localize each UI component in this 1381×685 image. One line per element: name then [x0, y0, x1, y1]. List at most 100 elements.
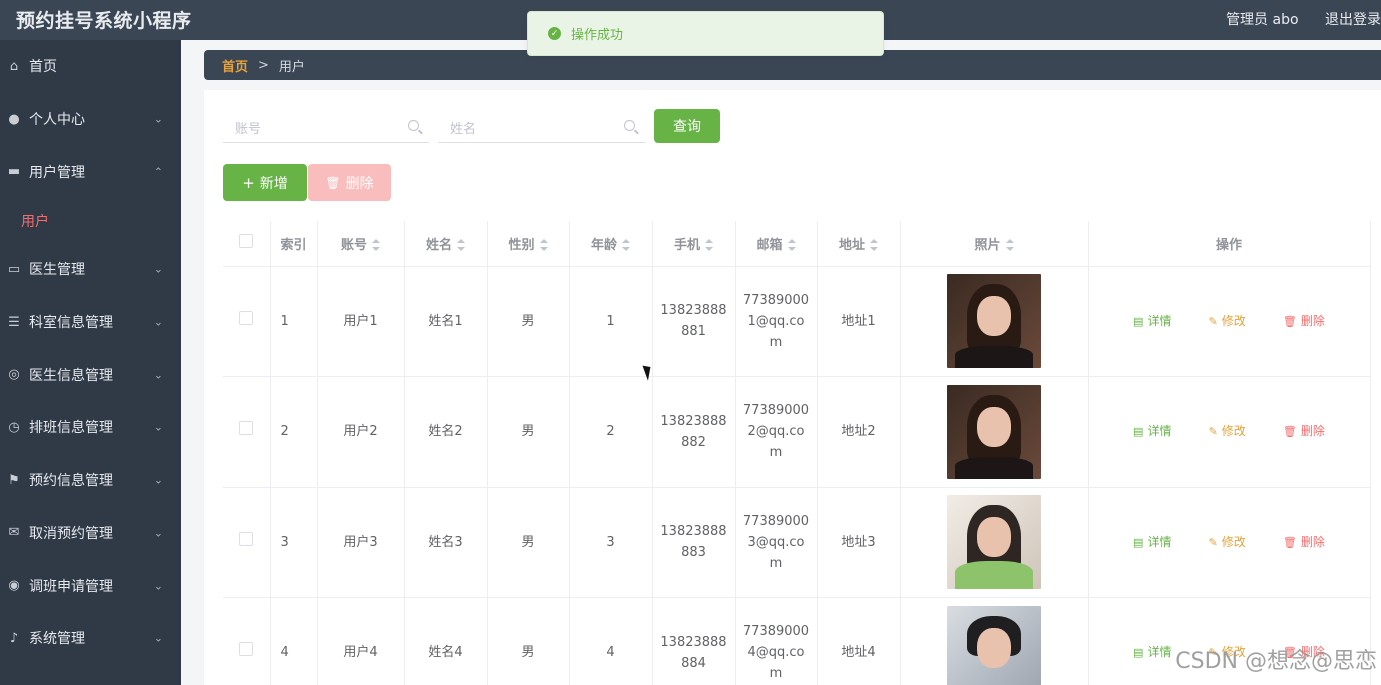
detail-button[interactable]: ▤ 详情 [1133, 421, 1171, 442]
sidebar-item-label: 科室信息管理 [29, 315, 113, 332]
sidebar-item-department-info[interactable]: ☰ 科室信息管理 ⌄ [0, 296, 181, 349]
main-content: 首页 > 用户 账号 姓名 查询 + 新增 🗑 删除 索引 账号 姓名 性别 年… [181, 40, 1381, 685]
sidebar-item-doctor-info[interactable]: ◎ 医生信息管理 ⌄ [0, 348, 181, 401]
column-header-gender[interactable]: 性别 [487, 221, 570, 267]
edit-button[interactable]: ✎ 修改 [1209, 421, 1246, 442]
cell-name: 姓名4 [404, 597, 488, 685]
trash-icon: 🗑 [325, 175, 341, 190]
cell-index: 2 [270, 376, 318, 488]
detail-button[interactable]: ▤ 详情 [1133, 311, 1171, 332]
select-all-checkbox[interactable] [239, 234, 254, 249]
cell-phone: 13823888 882 [652, 376, 736, 488]
sort-icon[interactable] [1005, 239, 1014, 252]
cell-phone: 13823888 884 [652, 597, 736, 685]
breadcrumb-home[interactable]: 首页 [222, 56, 248, 75]
sidebar-subitem-users[interactable]: 用户 [0, 198, 181, 243]
row-checkbox[interactable] [239, 421, 254, 436]
document-icon: ▤ [1133, 425, 1144, 439]
sort-icon[interactable] [622, 239, 630, 252]
sidebar-item-cancel-appointment[interactable]: ✉ 取消预约管理 ⌄ [0, 507, 181, 560]
sidebar-item-appointment-info[interactable]: ⚑ 预约信息管理 ⌄ [0, 454, 181, 507]
cell-photo [900, 487, 1089, 598]
query-button[interactable]: 查询 [654, 109, 720, 143]
batch-delete-button[interactable]: 🗑 删除 [308, 164, 391, 201]
sidebar-item-personal-center[interactable]: ● 个人中心 ⌄ [0, 93, 181, 146]
sidebar-item-home[interactable]: ⌂ 首页 [0, 40, 181, 93]
document-icon: ▤ [1133, 314, 1144, 328]
cell-name: 姓名3 [404, 487, 488, 598]
sidebar-item-doctor-management[interactable]: ▭ 医生管理 ⌄ [0, 243, 181, 296]
cell-email: 77389000 2@qq.co m [735, 376, 818, 488]
batch-delete-button-label: 删除 [345, 175, 374, 192]
app-title: 预约挂号系统小程序 [16, 10, 192, 32]
trash-icon: 🗑 [1282, 425, 1297, 439]
add-button[interactable]: + 新增 [223, 164, 307, 201]
column-header-phone[interactable]: 手机 [652, 221, 736, 267]
cell-email: 77389000 1@qq.co m [735, 266, 818, 377]
cell-account: 用户1 [317, 266, 405, 377]
sidebar-item-shift-request[interactable]: ◉ 调班申请管理 ⌄ [0, 559, 181, 612]
edit-button[interactable]: ✎ 修改 [1209, 532, 1246, 553]
pencil-icon: ✎ [1208, 314, 1218, 328]
admin-label: 管理员 abo [1226, 12, 1299, 28]
row-checkbox[interactable] [239, 642, 254, 657]
column-header-address[interactable]: 地址 [817, 221, 901, 267]
sidebar-item-label: 系统管理 [29, 631, 85, 648]
column-header-index: 索引 [270, 221, 318, 267]
sidebar-item-label: 用户管理 [29, 164, 85, 181]
account-search-input[interactable]: 账号 [223, 113, 429, 143]
cell-index: 4 [270, 597, 318, 685]
cell-photo [900, 376, 1089, 488]
chevron-down-icon: ⌄ [153, 262, 163, 276]
cell-index: 1 [270, 266, 318, 377]
sort-icon[interactable] [787, 239, 796, 252]
cell-actions: ▤ 详情 ✎ 修改 🗑 删除 [1088, 266, 1371, 377]
column-header-email[interactable]: 邮箱 [735, 221, 818, 267]
cell-phone: 13823888 883 [652, 487, 736, 598]
detail-button[interactable]: ▤ 详情 [1133, 642, 1171, 663]
edit-button[interactable]: ✎ 修改 [1209, 311, 1246, 332]
sort-icon[interactable] [539, 239, 548, 252]
name-search-input[interactable]: 姓名 [438, 113, 645, 143]
breadcrumb-separator: > [258, 57, 269, 73]
delete-button[interactable]: 🗑 删除 [1283, 311, 1325, 332]
sidebar-item-user-management[interactable]: ▬ 用户管理 ⌃ [0, 145, 181, 198]
user-photo [947, 274, 1041, 369]
sidebar-subitem-label: 用户 [21, 213, 49, 230]
column-header-age[interactable]: 年龄 [569, 221, 653, 267]
sort-icon[interactable] [372, 239, 380, 252]
account-search-placeholder: 账号 [235, 122, 262, 137]
cell-photo [900, 266, 1089, 377]
mail-icon: ✉ [8, 525, 20, 541]
sort-icon[interactable] [457, 239, 465, 252]
sidebar-item-label: 医生管理 [29, 262, 85, 279]
sidebar-item-label: 首页 [29, 59, 57, 76]
cell-name: 姓名2 [404, 376, 488, 488]
sort-icon[interactable] [870, 239, 878, 252]
row-checkbox[interactable] [239, 310, 254, 325]
cell-age: 1 [569, 266, 653, 377]
row-checkbox[interactable] [239, 531, 254, 546]
trash-icon: 🗑 [1282, 314, 1297, 328]
cell-address: 地址1 [817, 266, 901, 377]
cell-email: 77389000 4@qq.co m [735, 597, 818, 685]
clock-icon: ◷ [8, 419, 20, 435]
sidebar-item-schedule-info[interactable]: ◷ 排班信息管理 ⌄ [0, 401, 181, 454]
sort-icon[interactable] [705, 239, 713, 252]
cell-account: 用户4 [317, 597, 405, 685]
column-header-name[interactable]: 姓名 [404, 221, 488, 267]
chevron-down-icon: ⌄ [153, 526, 163, 540]
flag-icon: ⚑ [8, 472, 20, 488]
sidebar-item-label: 取消预约管理 [29, 525, 113, 542]
delete-button[interactable]: 🗑 删除 [1283, 532, 1325, 553]
select-all-cell [223, 221, 271, 267]
column-header-photo[interactable]: 照片 [900, 221, 1089, 267]
chevron-up-icon: ⌃ [153, 165, 163, 179]
search-icon [624, 120, 635, 131]
sidebar-item-system[interactable]: ♪ 系统管理 ⌄ [0, 612, 181, 665]
column-header-account[interactable]: 账号 [317, 221, 405, 267]
logout-link[interactable]: 退出登录 [1325, 12, 1381, 28]
delete-button[interactable]: 🗑 删除 [1283, 421, 1325, 442]
sidebar-item-label: 医生信息管理 [29, 367, 113, 384]
detail-button[interactable]: ▤ 详情 [1133, 532, 1171, 553]
